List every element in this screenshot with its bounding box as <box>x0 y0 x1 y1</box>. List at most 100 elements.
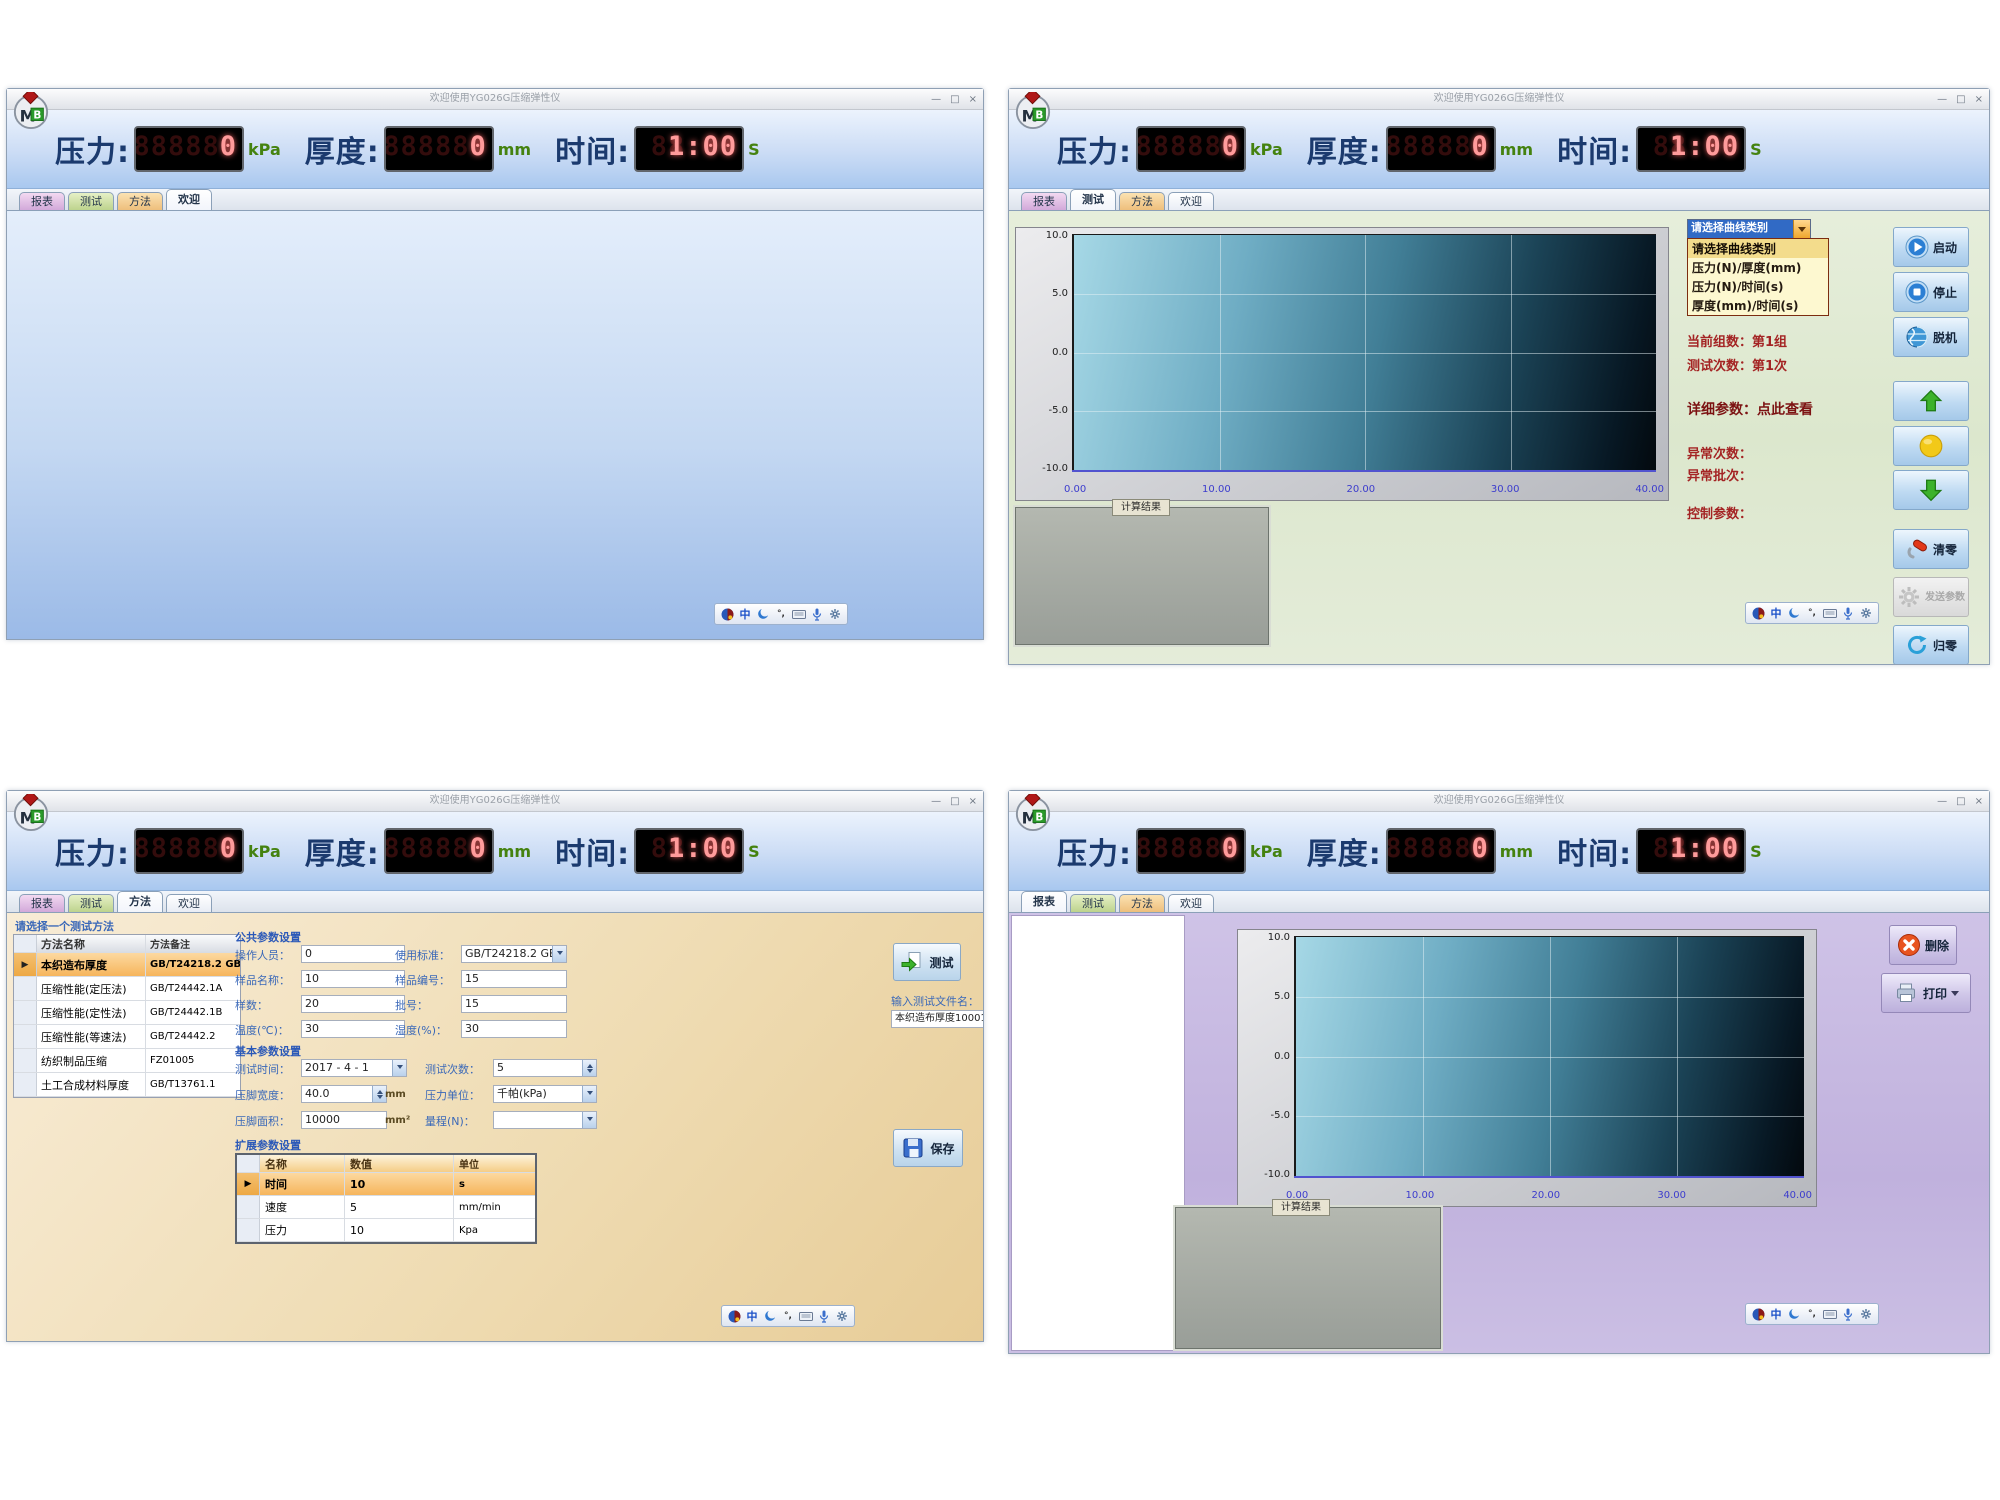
table-row[interactable]: ▶时间10s <box>237 1173 535 1196</box>
delete-button[interactable]: 删除 <box>1889 925 1957 965</box>
sample-count-input[interactable]: 20 <box>301 995 405 1013</box>
maximize-button[interactable]: □ <box>1956 796 1965 807</box>
tab-welcome[interactable]: 欢迎 <box>166 894 212 912</box>
filename-input[interactable]: 本织造布厚度10001 <box>891 1010 983 1028</box>
report-list-panel[interactable] <box>1011 915 1185 1351</box>
move-down-button[interactable] <box>1893 470 1969 510</box>
punctuation-icon[interactable]: °, <box>1805 1307 1819 1321</box>
run-test-button[interactable]: 测试 <box>893 943 961 981</box>
sample-no-input[interactable]: 15 <box>461 970 567 988</box>
tab-welcome[interactable]: 欢迎 <box>166 189 212 210</box>
curve-option[interactable]: 压力(N)/时间(s) <box>1688 277 1828 296</box>
curve-option[interactable]: 厚度(mm)/时间(s) <box>1688 296 1828 315</box>
minimize-button[interactable]: — <box>1937 796 1947 807</box>
tab-report[interactable]: 报表 <box>1021 891 1067 912</box>
offline-button[interactable]: 脱机 <box>1893 317 1969 357</box>
ime-language-bar[interactable]: 中 °, <box>714 603 848 625</box>
minimize-button[interactable]: — <box>1937 94 1947 105</box>
plot-area[interactable] <box>1294 936 1804 1176</box>
tab-test[interactable]: 测试 <box>68 192 114 210</box>
microphone-icon[interactable] <box>817 1309 831 1323</box>
chevron-down-icon[interactable] <box>1951 991 1959 1000</box>
tab-method[interactable]: 方法 <box>1119 192 1165 210</box>
chinese-input-icon[interactable]: 中 <box>738 607 752 621</box>
ime-logo-icon[interactable] <box>720 607 734 621</box>
handwriting-icon[interactable] <box>1787 1307 1801 1321</box>
maximize-button[interactable]: □ <box>1956 94 1965 105</box>
chevron-down-icon[interactable] <box>582 1112 596 1128</box>
clear-button[interactable]: 清零 <box>1893 529 1969 569</box>
test-date-select[interactable]: 2017 - 4 - 1 <box>301 1059 407 1077</box>
chevron-down-icon[interactable] <box>552 946 566 962</box>
ime-language-bar[interactable]: 中 °, <box>1745 1303 1879 1325</box>
pause-indicator-button[interactable] <box>1893 426 1969 466</box>
microphone-icon[interactable] <box>810 607 824 621</box>
tab-report[interactable]: 报表 <box>19 894 65 912</box>
save-button[interactable]: 保存 <box>893 1129 963 1167</box>
table-row[interactable]: 速度5mm/min <box>237 1196 535 1219</box>
ime-logo-icon[interactable] <box>1751 1307 1765 1321</box>
temperature-input[interactable]: 30 <box>301 1020 405 1038</box>
presser-width-stepper[interactable]: 40.0 <box>301 1085 387 1103</box>
ime-language-bar[interactable]: 中 °, <box>1745 602 1879 624</box>
ime-settings-icon[interactable] <box>835 1309 849 1323</box>
detail-params-link[interactable]: 详细参数：点此查看 <box>1687 399 1813 419</box>
tab-welcome[interactable]: 欢迎 <box>1168 894 1214 912</box>
ime-settings-icon[interactable] <box>1859 606 1873 620</box>
tab-method[interactable]: 方法 <box>1119 894 1165 912</box>
chinese-input-icon[interactable]: 中 <box>745 1309 759 1323</box>
chinese-input-icon[interactable]: 中 <box>1769 606 1783 620</box>
batch-no-input[interactable]: 15 <box>461 995 567 1013</box>
ime-settings-icon[interactable] <box>1859 1307 1873 1321</box>
ime-logo-icon[interactable] <box>727 1309 741 1323</box>
table-row[interactable]: 压缩性能(定性法)GB/T24442.1B <box>14 1001 240 1025</box>
plot-area[interactable] <box>1072 234 1656 470</box>
chinese-input-icon[interactable]: 中 <box>1769 1307 1783 1321</box>
title-bar[interactable]: 欢迎使用YG026G压缩弹性仪 — □ × <box>7 791 983 812</box>
ime-settings-icon[interactable] <box>828 607 842 621</box>
curve-type-select[interactable]: 请选择曲线类别 <box>1687 219 1811 239</box>
curve-option[interactable]: 请选择曲线类别 <box>1688 239 1828 258</box>
maximize-button[interactable]: □ <box>950 796 959 807</box>
print-button[interactable]: 打印 <box>1881 973 1971 1013</box>
stop-button[interactable]: 停止 <box>1893 272 1969 312</box>
spinner-icon[interactable] <box>582 1060 596 1076</box>
keyboard-icon[interactable] <box>792 607 806 621</box>
move-up-button[interactable] <box>1893 381 1969 421</box>
handwriting-icon[interactable] <box>1787 606 1801 620</box>
handwriting-icon[interactable] <box>756 607 770 621</box>
curve-option[interactable]: 压力(N)/厚度(mm) <box>1688 258 1828 277</box>
operator-input[interactable]: 0 <box>301 945 405 963</box>
close-button[interactable]: × <box>969 94 977 105</box>
zero-button[interactable]: 归零 <box>1893 625 1969 664</box>
keyboard-icon[interactable] <box>1823 1307 1837 1321</box>
microphone-icon[interactable] <box>1841 606 1855 620</box>
tab-report[interactable]: 报表 <box>1021 192 1067 210</box>
tab-test[interactable]: 测试 <box>1070 894 1116 912</box>
title-bar[interactable]: 欢迎使用YG026G压缩弹性仪 — □ × <box>1009 89 1989 110</box>
start-button[interactable]: 启动 <box>1893 227 1969 267</box>
ime-language-bar[interactable]: 中 °, <box>721 1305 855 1327</box>
tab-method[interactable]: 方法 <box>117 192 163 210</box>
presser-area-input[interactable]: 10000 <box>301 1111 387 1129</box>
humidity-input[interactable]: 30 <box>461 1020 567 1038</box>
minimize-button[interactable]: — <box>931 796 941 807</box>
microphone-icon[interactable] <box>1841 1307 1855 1321</box>
table-row[interactable]: 压缩性能(等速法)GB/T24442.2 <box>14 1025 240 1049</box>
title-bar[interactable]: 欢迎使用YG026G压缩弹性仪 — □ × <box>1009 791 1989 812</box>
minimize-button[interactable]: — <box>931 94 941 105</box>
table-row[interactable]: 压力10Kpa <box>237 1219 535 1242</box>
keyboard-icon[interactable] <box>1823 606 1837 620</box>
pressure-unit-select[interactable]: 千帕(kPa) <box>493 1085 597 1103</box>
sample-name-input[interactable]: 10 <box>301 970 405 988</box>
punctuation-icon[interactable]: °, <box>781 1309 795 1323</box>
table-row[interactable]: 土工合成材料厚度GB/T13761.1 <box>14 1073 240 1097</box>
table-row[interactable]: ▶本织造布厚度GB/T24218.2 GB/T3820 <box>14 953 240 977</box>
spinner-icon[interactable] <box>372 1086 386 1102</box>
combo-dropdown-button[interactable] <box>1793 220 1810 238</box>
tab-test[interactable]: 测试 <box>68 894 114 912</box>
ime-logo-icon[interactable] <box>1751 606 1765 620</box>
maximize-button[interactable]: □ <box>950 94 959 105</box>
handwriting-icon[interactable] <box>763 1309 777 1323</box>
table-row[interactable]: 纺织制品压缩FZ01005 <box>14 1049 240 1073</box>
